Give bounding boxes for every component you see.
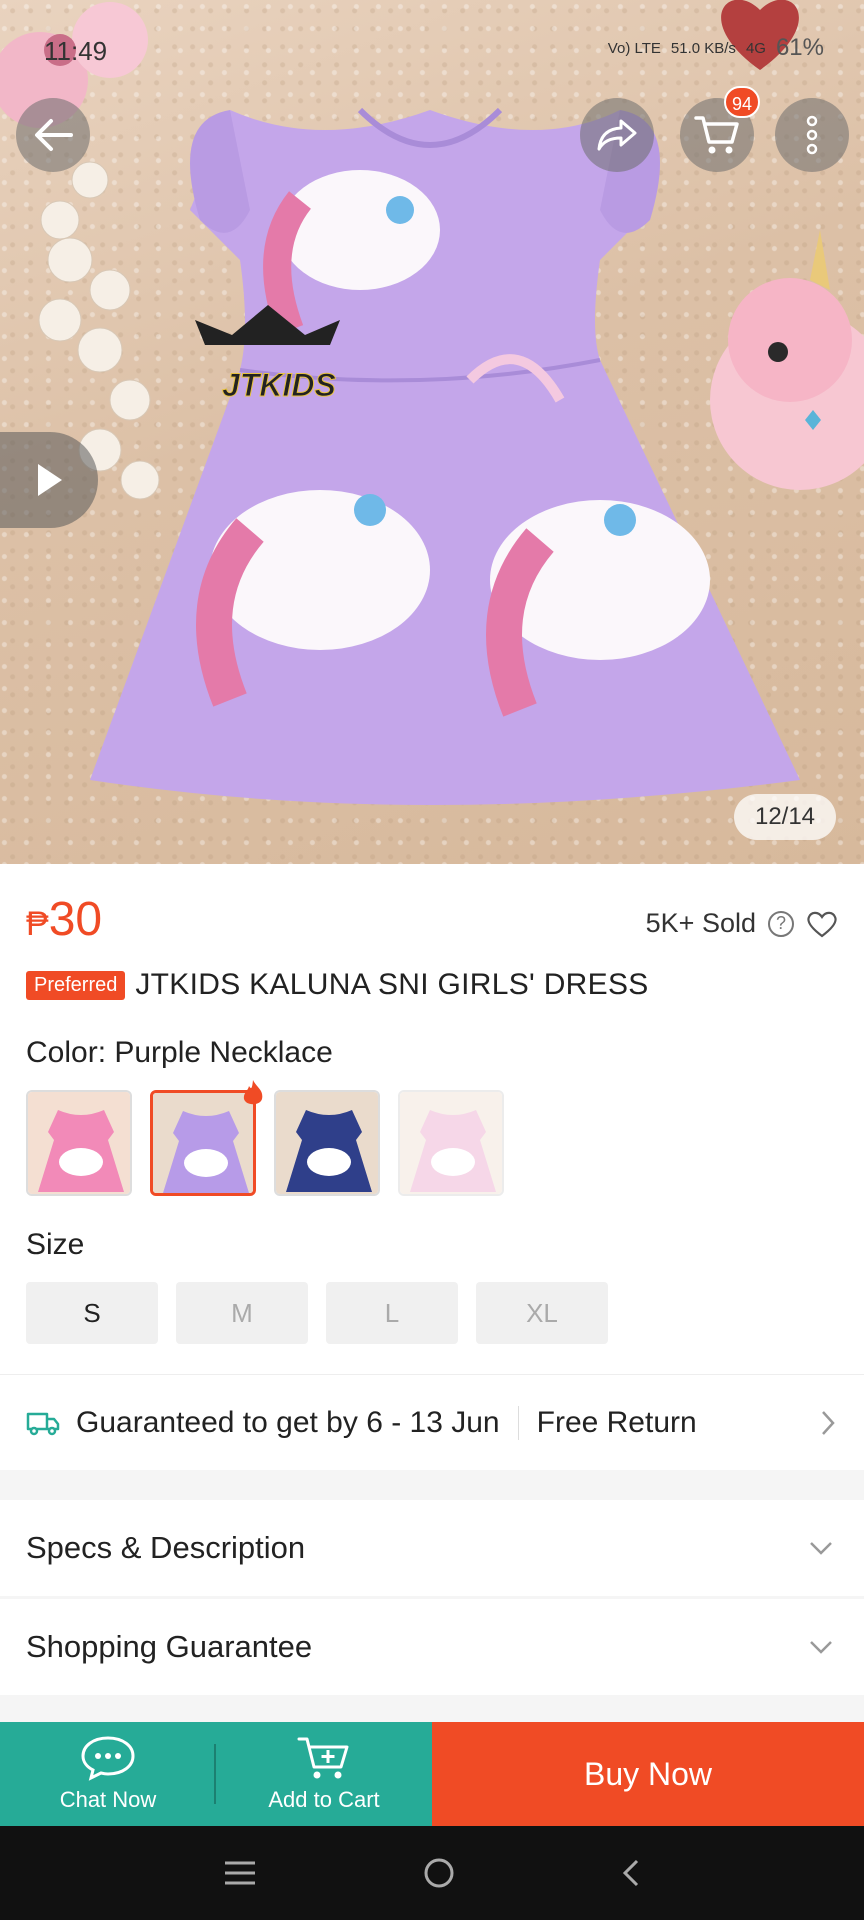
arrow-left-icon: [35, 119, 73, 151]
add-to-cart-button[interactable]: Add to Cart: [216, 1722, 432, 1826]
delivery-estimate: Guaranteed to get by 6 - 13 Jun: [76, 1405, 500, 1439]
price-value: 30: [48, 893, 103, 946]
color-option-navy[interactable]: [274, 1090, 380, 1196]
product-image-gallery[interactable]: JTKIDS 11:49 Vo) LTE 51.0 KB/s 4G 61% 94: [0, 0, 864, 864]
currency-symbol: ₱: [26, 905, 49, 943]
recent-apps-icon[interactable]: [223, 1860, 257, 1886]
buy-now-button[interactable]: Buy Now: [432, 1722, 864, 1826]
product-info: ₱30 5K+ Sold ? Preferred JTKIDS KALUNA S…: [0, 864, 864, 1374]
product-price: ₱30: [26, 892, 102, 947]
network-speed: 51.0 KB/s: [670, 39, 736, 57]
cart-icon: [694, 116, 739, 154]
status-bar: 11:49 Vo) LTE 51.0 KB/s 4G 61%: [0, 30, 864, 70]
chevron-right-icon: [822, 1411, 835, 1435]
status-time: 11:49: [44, 36, 108, 66]
heart-icon[interactable]: [806, 910, 838, 938]
add-cart-icon: [297, 1737, 349, 1779]
share-button[interactable]: [580, 98, 654, 172]
divider: [517, 1405, 519, 1440]
size-option-l[interactable]: L: [326, 1282, 458, 1344]
color-label: Color: Purple Necklace: [26, 1036, 333, 1069]
chat-now-label: Chat Now: [59, 1787, 157, 1812]
shopping-guarantee-label: Shopping Guarantee: [26, 1629, 313, 1664]
more-options-button[interactable]: [775, 98, 849, 172]
truck-icon: [26, 1412, 60, 1435]
color-option-pink[interactable]: [26, 1090, 132, 1196]
cart-count-badge: 94: [724, 86, 760, 118]
cart-button[interactable]: 94: [680, 86, 760, 172]
signal-type: 4G: [745, 39, 766, 57]
play-icon: [38, 464, 62, 496]
chevron-down-icon: [810, 1542, 832, 1555]
size-options: S M L XL: [26, 1282, 608, 1344]
shopping-guarantee-section[interactable]: Shopping Guarantee: [0, 1599, 864, 1695]
system-navigation-bar: [0, 1826, 864, 1920]
size-label: Size: [26, 1228, 85, 1261]
preferred-badge: Preferred: [26, 970, 126, 1000]
title-row: Preferred JTKIDS KALUNA SNI GIRLS' DRESS: [26, 968, 649, 1002]
help-icon[interactable]: ?: [768, 910, 794, 937]
color-option-light-pink[interactable]: [398, 1090, 504, 1196]
specs-description-label: Specs & Description: [26, 1530, 306, 1565]
network-type: Vo) LTE: [607, 39, 661, 57]
home-icon[interactable]: [422, 1856, 456, 1890]
size-option-m[interactable]: M: [176, 1282, 308, 1344]
image-counter: 12/14: [734, 794, 836, 840]
chat-now-button[interactable]: Chat Now: [0, 1722, 216, 1826]
bottom-action-bar: Chat Now Add to Cart Buy Now: [0, 1722, 864, 1826]
play-video-button[interactable]: [0, 432, 98, 528]
product-title: JTKIDS KALUNA SNI GIRLS' DRESS: [135, 968, 649, 1001]
sold-count: 5K+ Sold: [645, 908, 756, 938]
svg-text:JTKIDS: JTKIDS: [222, 367, 336, 403]
size-option-xl[interactable]: XL: [476, 1282, 608, 1344]
free-return-label: Free Return: [536, 1405, 697, 1439]
delivery-row[interactable]: Guaranteed to get by 6 - 13 Jun Free Ret…: [0, 1374, 864, 1470]
back-nav-icon[interactable]: [621, 1858, 641, 1888]
more-vertical-icon: [806, 115, 818, 155]
specs-description-section[interactable]: Specs & Description: [0, 1500, 864, 1596]
battery-level: 61%: [775, 34, 824, 61]
size-option-s[interactable]: S: [26, 1282, 158, 1344]
chevron-down-icon: [810, 1641, 832, 1654]
secondary-actions: Chat Now Add to Cart: [0, 1722, 432, 1826]
sold-info: 5K+ Sold ?: [646, 908, 838, 939]
back-button[interactable]: [16, 98, 90, 172]
chat-icon: [81, 1736, 135, 1781]
share-icon: [597, 119, 637, 151]
divider: [214, 1744, 216, 1804]
hot-fire-icon: [243, 1080, 263, 1105]
add-to-cart-label: Add to Cart: [268, 1787, 380, 1812]
